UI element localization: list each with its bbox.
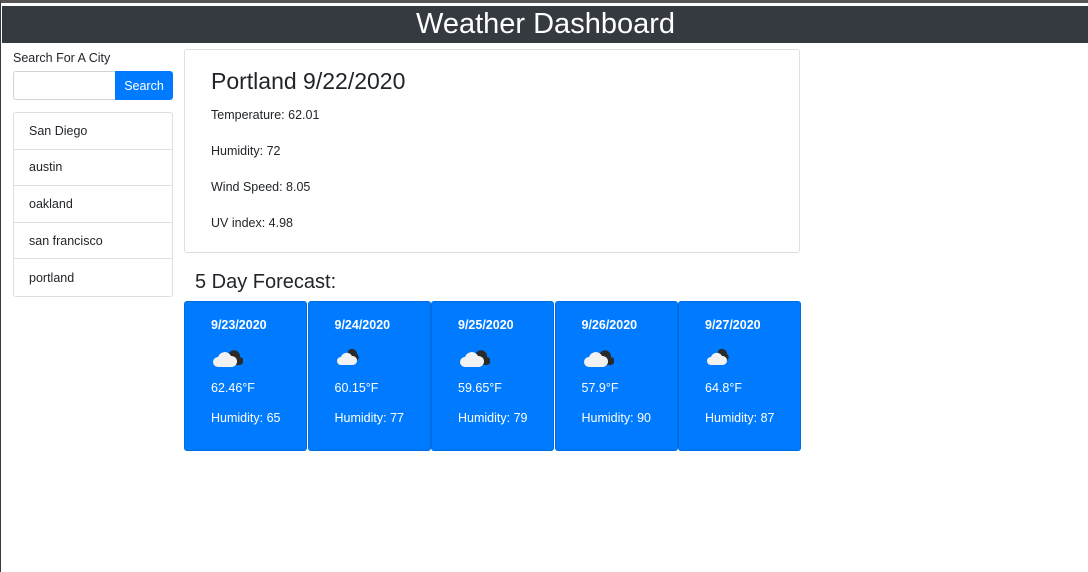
forecast-card: 9/26/2020 57.9°F Humidity: 90 [554, 301, 678, 451]
cloud-icon [211, 338, 306, 378]
search-button[interactable]: Search [115, 71, 173, 100]
forecast-date: 9/27/2020 [705, 318, 761, 332]
forecast-humidity: Humidity: 87 [705, 411, 775, 425]
forecast-date: 9/24/2020 [334, 318, 391, 332]
cloud-icon [705, 338, 800, 378]
city-item-oakland[interactable]: oakland [14, 186, 172, 223]
forecast-temperature: 57.9°F [581, 381, 619, 395]
current-city-title: Portland 9/22/2020 [211, 68, 406, 94]
forecast-humidity: Humidity: 79 [458, 411, 528, 425]
forecast-humidity: Humidity: 77 [334, 411, 404, 425]
current-wind-speed: Wind Speed: 8.05 [211, 180, 311, 194]
page-title: Weather Dashboard [415, 8, 675, 40]
cloud-icon [458, 338, 553, 378]
city-item-san-francisco[interactable]: san francisco [14, 223, 172, 260]
search-label: Search For A City [13, 51, 111, 65]
search-form: Search [13, 71, 173, 100]
current-humidity: Humidity: 72 [211, 144, 281, 158]
forecast-humidity: Humidity: 90 [581, 411, 651, 425]
app-header: Weather Dashboard [2, 6, 1088, 43]
current-uv-index: UV index: 4.98 [211, 216, 293, 230]
search-input[interactable] [13, 71, 115, 100]
forecast-date: 9/26/2020 [581, 318, 638, 332]
city-item-san-diego[interactable]: San Diego [14, 113, 172, 150]
cloud-icon [582, 338, 677, 378]
current-temperature: Temperature: 62.01 [211, 108, 320, 122]
forecast-temperature: 62.46°F [211, 381, 255, 395]
forecast-heading: 5 Day Forecast: [195, 271, 337, 293]
forecast-row: 9/23/2020 62.46°F Humidity: 65 9/24/2020… [184, 301, 802, 451]
forecast-card: 9/24/2020 60.15°F Humidity: 77 [307, 301, 431, 451]
forecast-humidity: Humidity: 65 [211, 411, 281, 425]
forecast-card: 9/23/2020 62.46°F Humidity: 65 [184, 301, 307, 451]
city-item-portland[interactable]: portland [14, 259, 172, 296]
forecast-temperature: 59.65°F [458, 381, 502, 395]
forecast-card: 9/25/2020 59.65°F Humidity: 79 [431, 301, 554, 451]
current-weather-card: Portland 9/22/2020 Temperature: 62.01 Hu… [184, 49, 800, 253]
forecast-temperature: 64.8°F [705, 381, 742, 395]
city-item-austin[interactable]: austin [14, 150, 172, 187]
city-history-list: San Diego austin oakland san francisco p… [13, 112, 173, 297]
sidebar: Search For A City Search San Diego austi… [13, 49, 173, 297]
cloud-icon [335, 338, 430, 378]
forecast-card: 9/27/2020 64.8°F Humidity: 87 [678, 301, 801, 451]
forecast-temperature: 60.15°F [334, 381, 379, 395]
forecast-date: 9/25/2020 [458, 318, 514, 332]
forecast-date: 9/23/2020 [211, 318, 267, 332]
browser-viewport: Weather Dashboard Search For A City Sear… [0, 0, 1088, 572]
